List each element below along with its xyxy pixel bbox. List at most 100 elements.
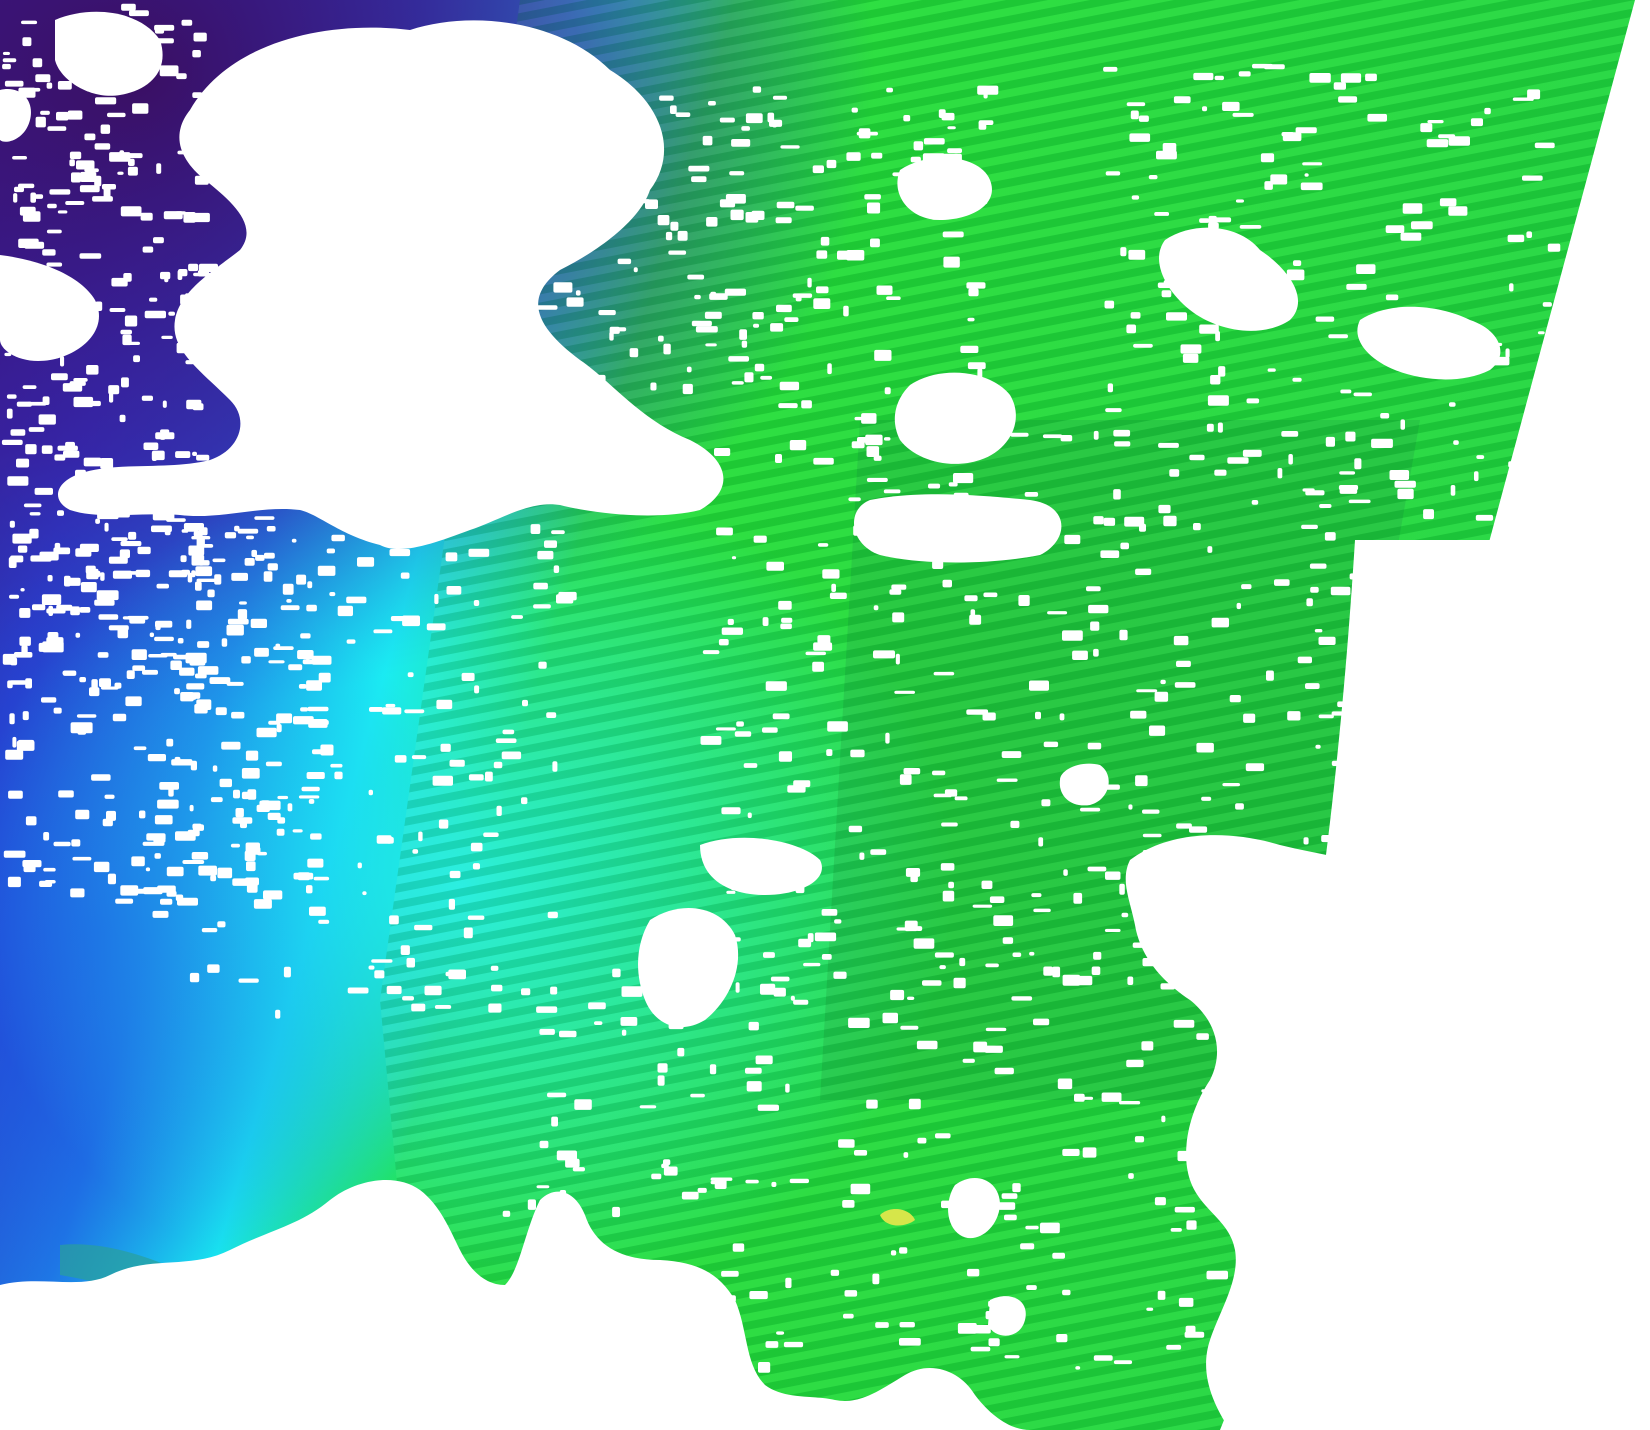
cloud-speck: [1385, 294, 1399, 301]
cloud-speck: [1128, 804, 1133, 810]
cloud-speck: [1093, 430, 1099, 440]
cloud-speck: [948, 881, 954, 889]
cloud-speck: [98, 614, 119, 620]
cloud-speck: [851, 441, 865, 449]
cloud-speck: [985, 1311, 995, 1320]
cloud-speck: [166, 738, 174, 747]
cloud-speck: [1177, 1150, 1198, 1162]
cloud-speck: [751, 210, 765, 220]
cloud-speck: [400, 945, 410, 955]
cloud-speck: [755, 1055, 773, 1065]
cloud-speck: [1302, 162, 1323, 166]
cloud-speck: [215, 707, 227, 716]
cloud-speck: [1193, 523, 1201, 531]
cloud-speck: [1100, 550, 1120, 558]
cloud-speck: [770, 323, 784, 332]
cloud-speck: [507, 380, 527, 385]
cloud-speck: [598, 1298, 604, 1304]
cloud-speck: [1450, 485, 1456, 496]
cloud-speck: [57, 445, 78, 451]
cloud-speck: [695, 326, 718, 333]
cloud-speck: [1173, 1019, 1195, 1028]
cloud-speck: [1267, 368, 1276, 372]
cloud-speck: [376, 835, 392, 844]
cloud-speck: [1243, 713, 1256, 723]
cloud-speck: [525, 358, 537, 362]
cloud-speck: [275, 1009, 281, 1019]
cloud-speck: [1488, 356, 1510, 366]
cloud-speck: [1277, 468, 1283, 479]
cloud-speck: [127, 166, 138, 176]
cloud-speck: [1249, 844, 1255, 849]
cloud-speck: [283, 966, 291, 978]
cloud-speck: [162, 400, 167, 408]
cloud-speck: [1547, 243, 1561, 252]
cloud-speck: [1142, 809, 1160, 814]
cloud-speck: [727, 618, 734, 625]
cloud-speck: [95, 301, 103, 311]
cloud-speck: [239, 601, 247, 605]
cloud-speck: [277, 795, 289, 800]
cloud-speck: [100, 686, 119, 690]
cloud-speck: [731, 381, 744, 385]
cloud-speck: [147, 754, 166, 762]
cloud-speck: [280, 605, 300, 611]
cloud-speck: [559, 1030, 577, 1038]
cloud-speck: [182, 126, 202, 135]
cloud-speck: [1072, 650, 1088, 660]
cloud-speck: [702, 650, 720, 655]
cloud-speck: [1166, 1344, 1182, 1350]
cloud-speck: [179, 667, 195, 676]
cloud-speck: [198, 544, 214, 548]
cloud-speck: [812, 661, 824, 672]
cloud-speck: [99, 678, 111, 688]
cloud-speck: [776, 1331, 785, 1335]
cloud-speck: [307, 858, 324, 868]
cloud-speck: [943, 256, 960, 268]
cloud-speck: [1324, 532, 1336, 541]
cloud-speck: [1126, 324, 1136, 334]
cloud-speck: [785, 1083, 790, 1093]
cloud-speck: [160, 652, 177, 657]
cloud-speck: [1075, 1366, 1081, 1370]
cloud-speck: [483, 832, 499, 837]
cloud-speck: [63, 450, 80, 458]
cloud-speck: [139, 810, 146, 819]
cloud-speck: [1281, 959, 1293, 968]
cloud-speck: [705, 343, 717, 347]
cloud-speck: [873, 650, 895, 659]
cloud-speck: [769, 119, 783, 127]
cloud-speck: [256, 727, 277, 738]
cloud-speck: [702, 135, 713, 146]
cloud-speck: [99, 23, 120, 29]
cloud-speck: [371, 959, 393, 963]
cloud-speck: [407, 672, 414, 678]
cloud-speck: [91, 679, 98, 690]
cloud-speck: [765, 1341, 779, 1348]
cloud-speck: [198, 263, 218, 272]
cloud-speck: [1228, 1361, 1234, 1367]
cloud-speck: [1073, 892, 1083, 904]
cloud-speck: [189, 804, 194, 812]
cloud-speck: [79, 185, 100, 193]
cloud-speck: [1033, 1018, 1050, 1026]
cloud-speck: [874, 349, 892, 361]
cloud-speck: [1160, 983, 1175, 990]
cloud-speck: [754, 363, 765, 372]
cloud-speck: [922, 153, 945, 162]
cloud-speck: [12, 533, 32, 544]
cloud-speck: [721, 627, 743, 635]
cloud-speck: [196, 454, 210, 461]
cloud-speck: [81, 473, 95, 477]
cloud-speck: [297, 872, 310, 881]
cloud-speck: [448, 898, 455, 910]
cloud-speck: [107, 45, 124, 52]
cloud-speck: [1158, 504, 1171, 514]
cloud-speck: [1356, 264, 1376, 274]
cloud-speck: [704, 311, 722, 319]
cloud-speck: [873, 605, 879, 611]
cloud-speck: [9, 713, 15, 725]
cloud-speck: [1161, 290, 1172, 298]
cloud-speck: [1207, 910, 1218, 916]
cloud-speck: [14, 186, 24, 193]
